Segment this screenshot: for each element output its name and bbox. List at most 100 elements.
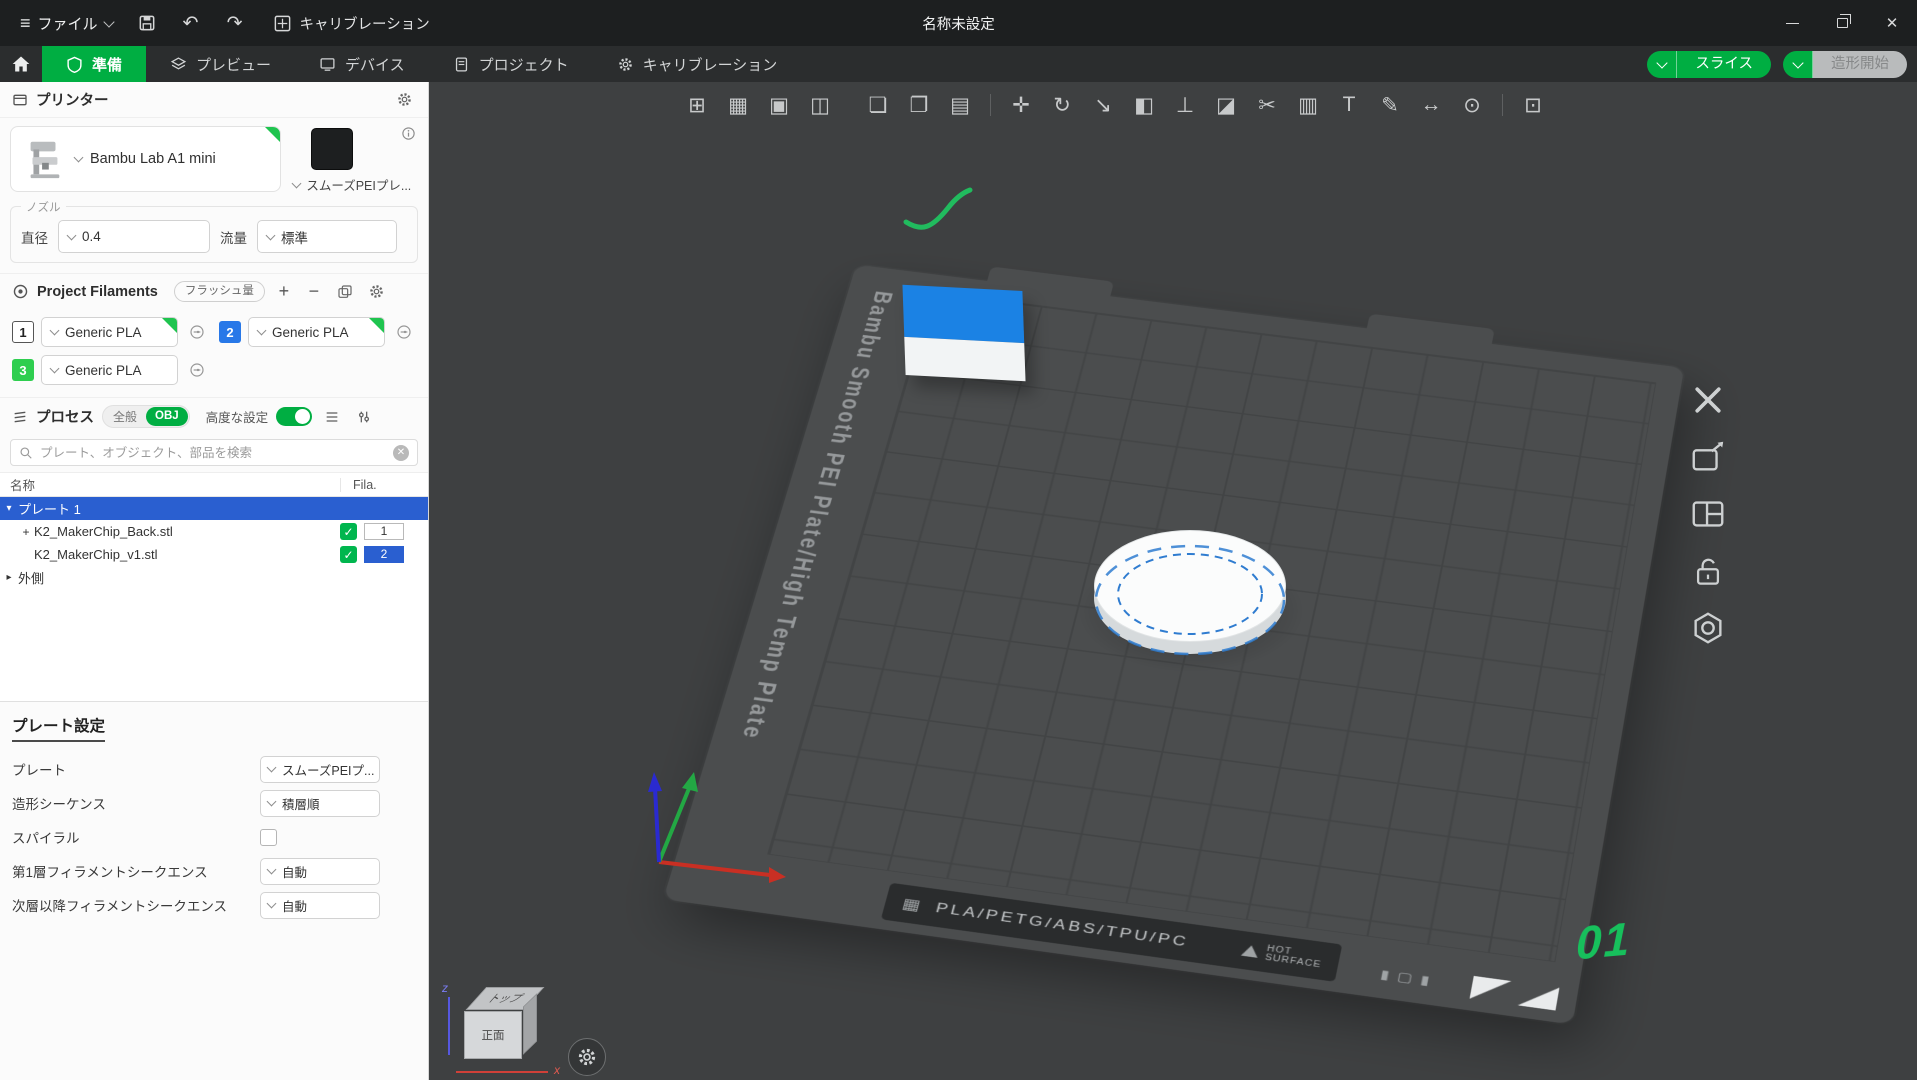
auto-orient-plate-button[interactable]: [1684, 433, 1732, 481]
chevron-down-icon: [256, 325, 267, 336]
delete-plate-button[interactable]: [1684, 376, 1732, 424]
synced-corner-icon: [369, 318, 384, 333]
flush-volume-button[interactable]: フラッシュ量: [173, 281, 265, 302]
mirror-icon[interactable]: ◧: [1125, 86, 1163, 124]
plate-type-select[interactable]: スムーズPEIプ...: [260, 755, 380, 783]
cut-icon[interactable]: ✂: [1248, 86, 1286, 124]
tab-prepare[interactable]: 準備: [42, 46, 147, 82]
tab-calibration[interactable]: キャリブレーション: [593, 46, 802, 82]
filament-2-select[interactable]: Generic PLA: [248, 317, 385, 347]
tab-prepare-label: 準備: [92, 56, 123, 74]
scale-icon[interactable]: ↘: [1084, 86, 1122, 124]
visibility-checkbox[interactable]: ✓: [340, 546, 357, 563]
spiral-checkbox[interactable]: [260, 828, 277, 846]
chevron-down-icon: [102, 15, 115, 28]
filament-assignment[interactable]: 2: [364, 546, 404, 563]
remove-filament-button[interactable]: −: [303, 281, 325, 302]
seam-icon[interactable]: ⊙: [1453, 86, 1491, 124]
filament-3-edit-button[interactable]: [185, 358, 209, 382]
lock-plate-button[interactable]: [1684, 547, 1732, 595]
caret-down-icon[interactable]: ▾: [0, 503, 18, 514]
titlebar-calibration-button[interactable]: キャリブレーション: [259, 13, 444, 34]
tune-button[interactable]: [352, 405, 376, 429]
redo-button[interactable]: ↷: [215, 6, 255, 40]
minimize-button[interactable]: [1767, 0, 1817, 46]
scope-objects[interactable]: OBJ: [146, 407, 188, 426]
process-scope-toggle[interactable]: 全般 OBJ: [102, 405, 190, 428]
print-button[interactable]: 造形開始: [1783, 50, 1907, 78]
add-icon[interactable]: ⊞: [678, 86, 716, 124]
file-menu-button[interactable]: ≡ ファイル: [10, 7, 123, 40]
navcube-front-face[interactable]: 正面: [464, 1011, 522, 1059]
print-dropdown[interactable]: [1783, 50, 1813, 78]
visibility-checkbox[interactable]: ✓: [340, 523, 357, 540]
row-plate-1[interactable]: ▾ プレート 1: [0, 497, 428, 520]
add-plate-icon[interactable]: ▦: [719, 86, 757, 124]
printer-settings-button[interactable]: [392, 88, 416, 112]
paint-icon[interactable]: ✎: [1371, 86, 1409, 124]
nozzle-diameter-select[interactable]: 0.4: [58, 220, 210, 253]
clear-search-button[interactable]: ✕: [393, 444, 409, 461]
save-button[interactable]: [127, 6, 167, 40]
axis-x-label: x: [554, 1063, 560, 1077]
lay-flat-icon[interactable]: ⊥: [1166, 86, 1204, 124]
measure-icon[interactable]: ↔: [1412, 86, 1450, 124]
caret-right-icon[interactable]: ▸: [0, 572, 18, 583]
toolbar-divider: [990, 94, 991, 116]
tab-preview[interactable]: プレビュー: [146, 46, 295, 82]
info-icon[interactable]: [401, 126, 416, 146]
restore-button[interactable]: [1817, 0, 1867, 46]
first-layer-sequence-select[interactable]: 自動: [260, 857, 380, 885]
tab-project[interactable]: プロジェクト: [429, 46, 593, 82]
sync-filaments-button[interactable]: [333, 280, 357, 304]
parameter-list-button[interactable]: [320, 405, 344, 429]
auto-orient-icon[interactable]: ▣: [760, 86, 798, 124]
split-objects-icon[interactable]: ◫: [801, 86, 839, 124]
filament-2-index[interactable]: 2: [219, 321, 241, 343]
flow-select[interactable]: 標準: [257, 220, 397, 253]
scope-global[interactable]: 全般: [104, 408, 146, 425]
other-layers-sequence-select[interactable]: 自動: [260, 891, 380, 919]
filament-3-select[interactable]: Generic PLA: [41, 355, 178, 385]
tab-device[interactable]: デバイス: [295, 46, 429, 82]
arrange-plate-button[interactable]: [1684, 490, 1732, 538]
assembly-view-icon[interactable]: ⊡: [1514, 86, 1552, 124]
printer-selector[interactable]: Bambu Lab A1 mini: [10, 126, 282, 192]
row-object-v1[interactable]: K2_MakerChip_v1.stl ✓ 2: [0, 543, 428, 566]
text-icon[interactable]: T: [1330, 86, 1368, 124]
undo-button[interactable]: ↶: [171, 6, 211, 40]
close-button[interactable]: ✕: [1867, 0, 1917, 46]
expand-icon[interactable]: +: [18, 525, 34, 539]
advanced-settings-toggle[interactable]: [276, 407, 313, 426]
plate-settings-button[interactable]: [1684, 604, 1732, 652]
import-icon[interactable]: ▤: [941, 86, 979, 124]
filament-1-index[interactable]: 1: [12, 321, 34, 343]
rotate-icon[interactable]: ↻: [1043, 86, 1081, 124]
edit-filament-icon: [397, 325, 411, 339]
move-icon[interactable]: ✛: [1002, 86, 1040, 124]
row-object-back[interactable]: + K2_MakerChip_Back.stl ✓ 1: [0, 520, 428, 543]
filament-3-index[interactable]: 3: [12, 359, 34, 381]
filament-settings-button[interactable]: [365, 280, 389, 304]
filament-2-edit-button[interactable]: [392, 320, 416, 344]
print-sequence-select[interactable]: 積層順: [260, 789, 380, 817]
slice-dropdown[interactable]: [1647, 50, 1678, 78]
viewport-settings-button[interactable]: [568, 1038, 606, 1076]
build-plate-selector[interactable]: スムーズPEIプレ...: [291, 126, 418, 194]
paste-icon[interactable]: ❐: [900, 86, 938, 124]
filament-assignment[interactable]: 1: [364, 523, 404, 540]
slice-button[interactable]: スライス: [1647, 50, 1771, 78]
search-input[interactable]: [40, 445, 386, 460]
home-button[interactable]: [0, 46, 42, 82]
model-flag-chip[interactable]: [902, 284, 1026, 382]
add-filament-button[interactable]: +: [273, 281, 295, 302]
copy-icon[interactable]: ❏: [859, 86, 897, 124]
object-search: ✕: [10, 439, 418, 466]
nozzle-legend: ノズル: [21, 199, 66, 215]
variable-layer-icon[interactable]: ▥: [1289, 86, 1327, 124]
setting-row-sequence: 造形シーケンス 積層順: [0, 786, 428, 820]
split-icon[interactable]: ◪: [1207, 86, 1245, 124]
filament-1-select[interactable]: Generic PLA: [41, 317, 178, 347]
filament-1-edit-button[interactable]: [185, 320, 209, 344]
row-group-outer[interactable]: ▸ 外側: [0, 566, 428, 589]
